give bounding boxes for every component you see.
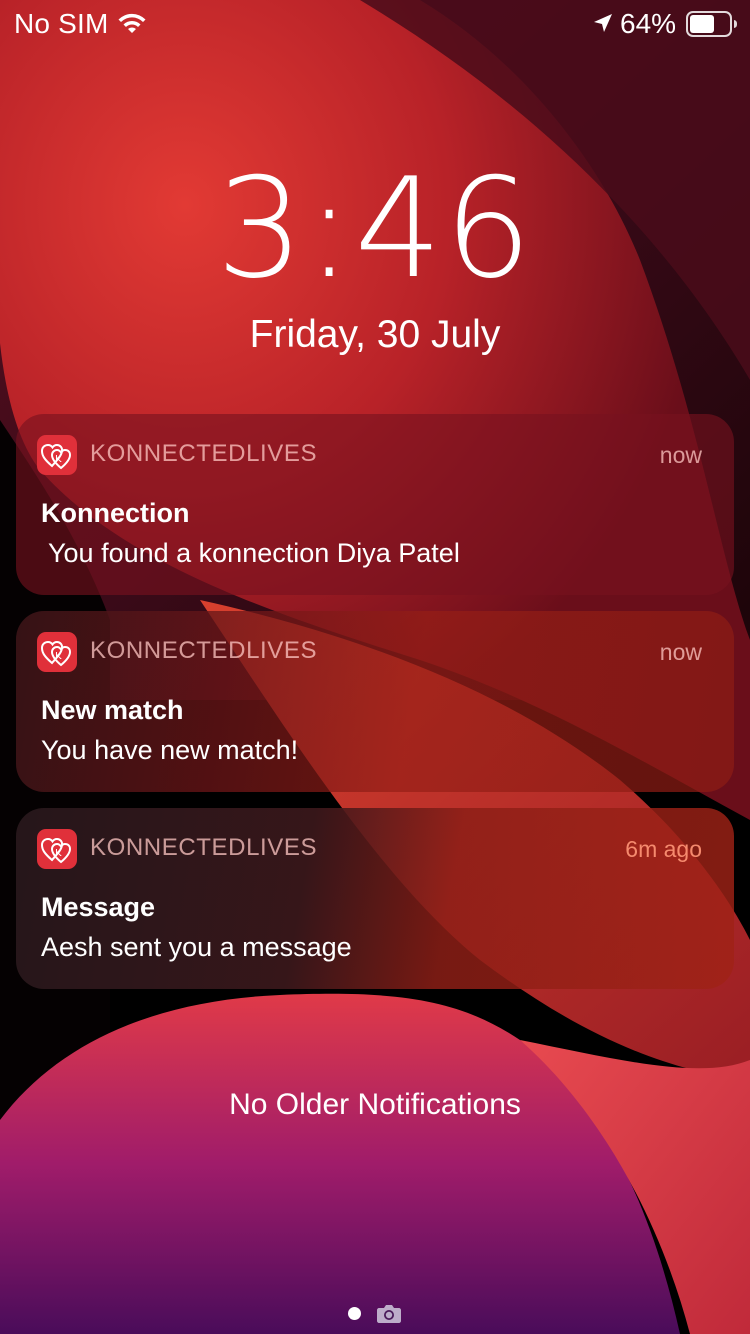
notification-card[interactable]: K KONNECTEDLIVES now New match You have … [16, 611, 734, 792]
notification-body: Aesh sent you a message [41, 932, 352, 962]
svg-text:K: K [55, 454, 62, 465]
battery-percent: 64% [620, 8, 677, 39]
notification-card[interactable]: K KONNECTEDLIVES now Konnection You foun… [16, 414, 734, 595]
status-bar: No SIM 64% [0, 0, 750, 48]
notification-app-name: KONNECTEDLIVES [90, 440, 318, 467]
svg-text:K: K [55, 651, 62, 662]
notification-body: You found a konnection Diya Patel [41, 538, 460, 568]
notification-title: New match [41, 695, 184, 725]
lock-screen-time: 3:46 [216, 148, 534, 309]
notification-title: Message [41, 892, 156, 922]
notification-body: You have new match! [41, 735, 299, 765]
wifi-icon [118, 13, 146, 33]
lock-screen-date: Friday, 30 July [249, 313, 501, 356]
notification-app-name: KONNECTEDLIVES [90, 637, 318, 664]
notification-time: now [659, 639, 702, 665]
location-arrow-icon [594, 14, 612, 32]
carrier-label: No SIM [14, 8, 109, 39]
konnectedlives-app-icon: K [37, 435, 77, 475]
lock-screen: No SIM 64% 3:46 Friday, 30 July K KONNEC… [0, 0, 750, 1334]
konnectedlives-app-icon: K [37, 632, 77, 672]
notification-time: 6m ago [625, 836, 702, 862]
konnectedlives-app-icon: K [37, 829, 77, 869]
notification-app-name: KONNECTEDLIVES [90, 834, 318, 861]
page-indicator-dot [348, 1307, 361, 1320]
notification-title: Konnection [41, 498, 190, 528]
camera-icon[interactable] [376, 1302, 402, 1324]
no-older-notifications-label: No Older Notifications [229, 1088, 521, 1121]
battery-icon [686, 11, 737, 37]
notification-time: now [659, 442, 702, 468]
notification-card[interactable]: K KONNECTEDLIVES 6m ago Message Aesh sen… [16, 808, 734, 989]
svg-text:K: K [55, 848, 62, 859]
